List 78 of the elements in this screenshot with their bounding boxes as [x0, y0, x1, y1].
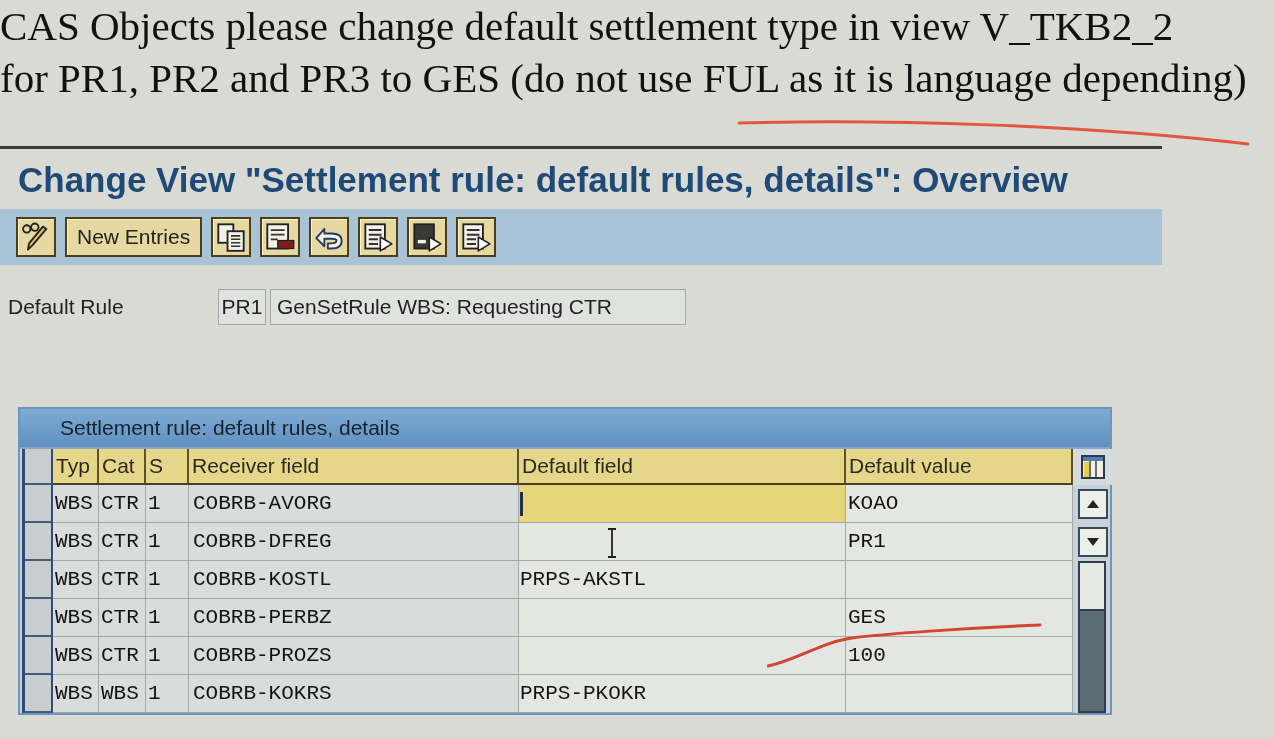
- table-cell: COBRB-PERBZ: [189, 599, 519, 637]
- row-selector[interactable]: [25, 561, 53, 599]
- copy-icon: [216, 222, 247, 252]
- input-field[interactable]: [519, 485, 846, 523]
- input-field[interactable]: [846, 675, 1073, 713]
- note-text: CAS Objects please change default settlement type in view V_TKB2_2 for PR1, PR2 and PR3 to GES (do not use FUL as it is language depending): [0, 2, 1248, 103]
- table-cell: CTR: [99, 637, 146, 675]
- table-cell: 1: [146, 485, 189, 523]
- table-cell: CTR: [99, 485, 146, 523]
- table-cell: WBS: [53, 675, 99, 713]
- column-header[interactable]: Cat: [99, 449, 146, 485]
- column-header[interactable]: Default value: [846, 449, 1073, 485]
- row-selector[interactable]: [25, 485, 53, 523]
- table-cell: 1: [146, 675, 189, 713]
- description-field: GenSetRule WBS: Requesting CTR: [270, 289, 686, 325]
- table-cell: COBRB-PROZS: [189, 637, 519, 675]
- column-header[interactable]: Typ: [53, 449, 99, 485]
- table-cell: WBS: [53, 561, 99, 599]
- table-cell: WBS: [53, 599, 99, 637]
- list-pointer-icon: [461, 222, 492, 252]
- down-triangle-icon: [1087, 538, 1099, 546]
- select-all-button[interactable]: [25, 449, 53, 485]
- new-entries-button[interactable]: New Entries: [65, 217, 203, 257]
- table-cell: WBS: [99, 675, 146, 713]
- table-cell: COBRB-KOKRS: [189, 675, 519, 713]
- text-caret-icon: [520, 491, 523, 516]
- column-header[interactable]: S: [146, 449, 189, 485]
- toolbar-button[interactable]: [407, 217, 448, 257]
- toolbar-button[interactable]: [16, 217, 56, 257]
- input-field[interactable]: PR1: [846, 523, 1073, 561]
- list-pointer-icon: [412, 222, 443, 252]
- code-field: PR1: [218, 289, 266, 325]
- table-cell: CTR: [99, 561, 146, 599]
- column-grid-icon: [1081, 455, 1105, 479]
- column-settings-button[interactable]: [1073, 449, 1113, 485]
- row-selector[interactable]: [25, 523, 53, 561]
- scrollbar-track[interactable]: [1078, 561, 1106, 713]
- table-cell: WBS: [53, 637, 99, 675]
- i-beam-cursor-icon: [607, 528, 617, 558]
- row-selector[interactable]: [25, 637, 53, 675]
- input-field[interactable]: PRPS-PKOKR: [519, 675, 846, 713]
- table-cell: 1: [146, 561, 189, 599]
- document-minus-icon: [265, 222, 296, 252]
- input-field[interactable]: 100: [846, 637, 1073, 675]
- table-cell: COBRB-AVORG: [189, 485, 519, 523]
- scrollbar-thumb[interactable]: [1080, 563, 1104, 611]
- table-cell: CTR: [99, 523, 146, 561]
- field-label: Default Rule: [8, 295, 125, 319]
- toolbar-button[interactable]: [211, 217, 252, 257]
- table-cell: COBRB-DFREG: [189, 523, 519, 561]
- table-title: Settlement rule: default rules, details: [20, 409, 1110, 449]
- page-title: Change View "Settlement rule: default rules, details": Overview: [17, 159, 1069, 201]
- input-field[interactable]: KOAO: [846, 485, 1073, 523]
- input-field[interactable]: [519, 637, 846, 675]
- input-field[interactable]: [846, 561, 1073, 599]
- table-cell: 1: [146, 637, 189, 675]
- column-header[interactable]: Default field: [519, 449, 846, 485]
- toolbar-button[interactable]: [260, 217, 301, 257]
- table-cell: WBS: [53, 523, 99, 561]
- input-field[interactable]: GES: [846, 599, 1073, 637]
- input-field[interactable]: [519, 523, 846, 561]
- toolbar-button[interactable]: [309, 217, 350, 257]
- table-cell: 1: [146, 523, 189, 561]
- scroll-up-button[interactable]: [1078, 489, 1108, 519]
- toolbar-button[interactable]: [358, 217, 399, 257]
- row-selector[interactable]: [25, 675, 53, 713]
- table-cell: 1: [146, 599, 189, 637]
- table-cell: CTR: [99, 599, 146, 637]
- list-pointer-icon: [363, 222, 394, 252]
- column-header[interactable]: Receiver field: [189, 449, 519, 485]
- row-selector[interactable]: [25, 599, 53, 637]
- up-triangle-icon: [1087, 500, 1099, 508]
- scroll-down-button[interactable]: [1078, 527, 1108, 557]
- input-field[interactable]: [519, 599, 846, 637]
- toolbar-button[interactable]: [456, 217, 497, 257]
- input-field[interactable]: PRPS-AKSTL: [519, 561, 846, 599]
- table-cell: WBS: [53, 485, 99, 523]
- table-cell: COBRB-KOSTL: [189, 561, 519, 599]
